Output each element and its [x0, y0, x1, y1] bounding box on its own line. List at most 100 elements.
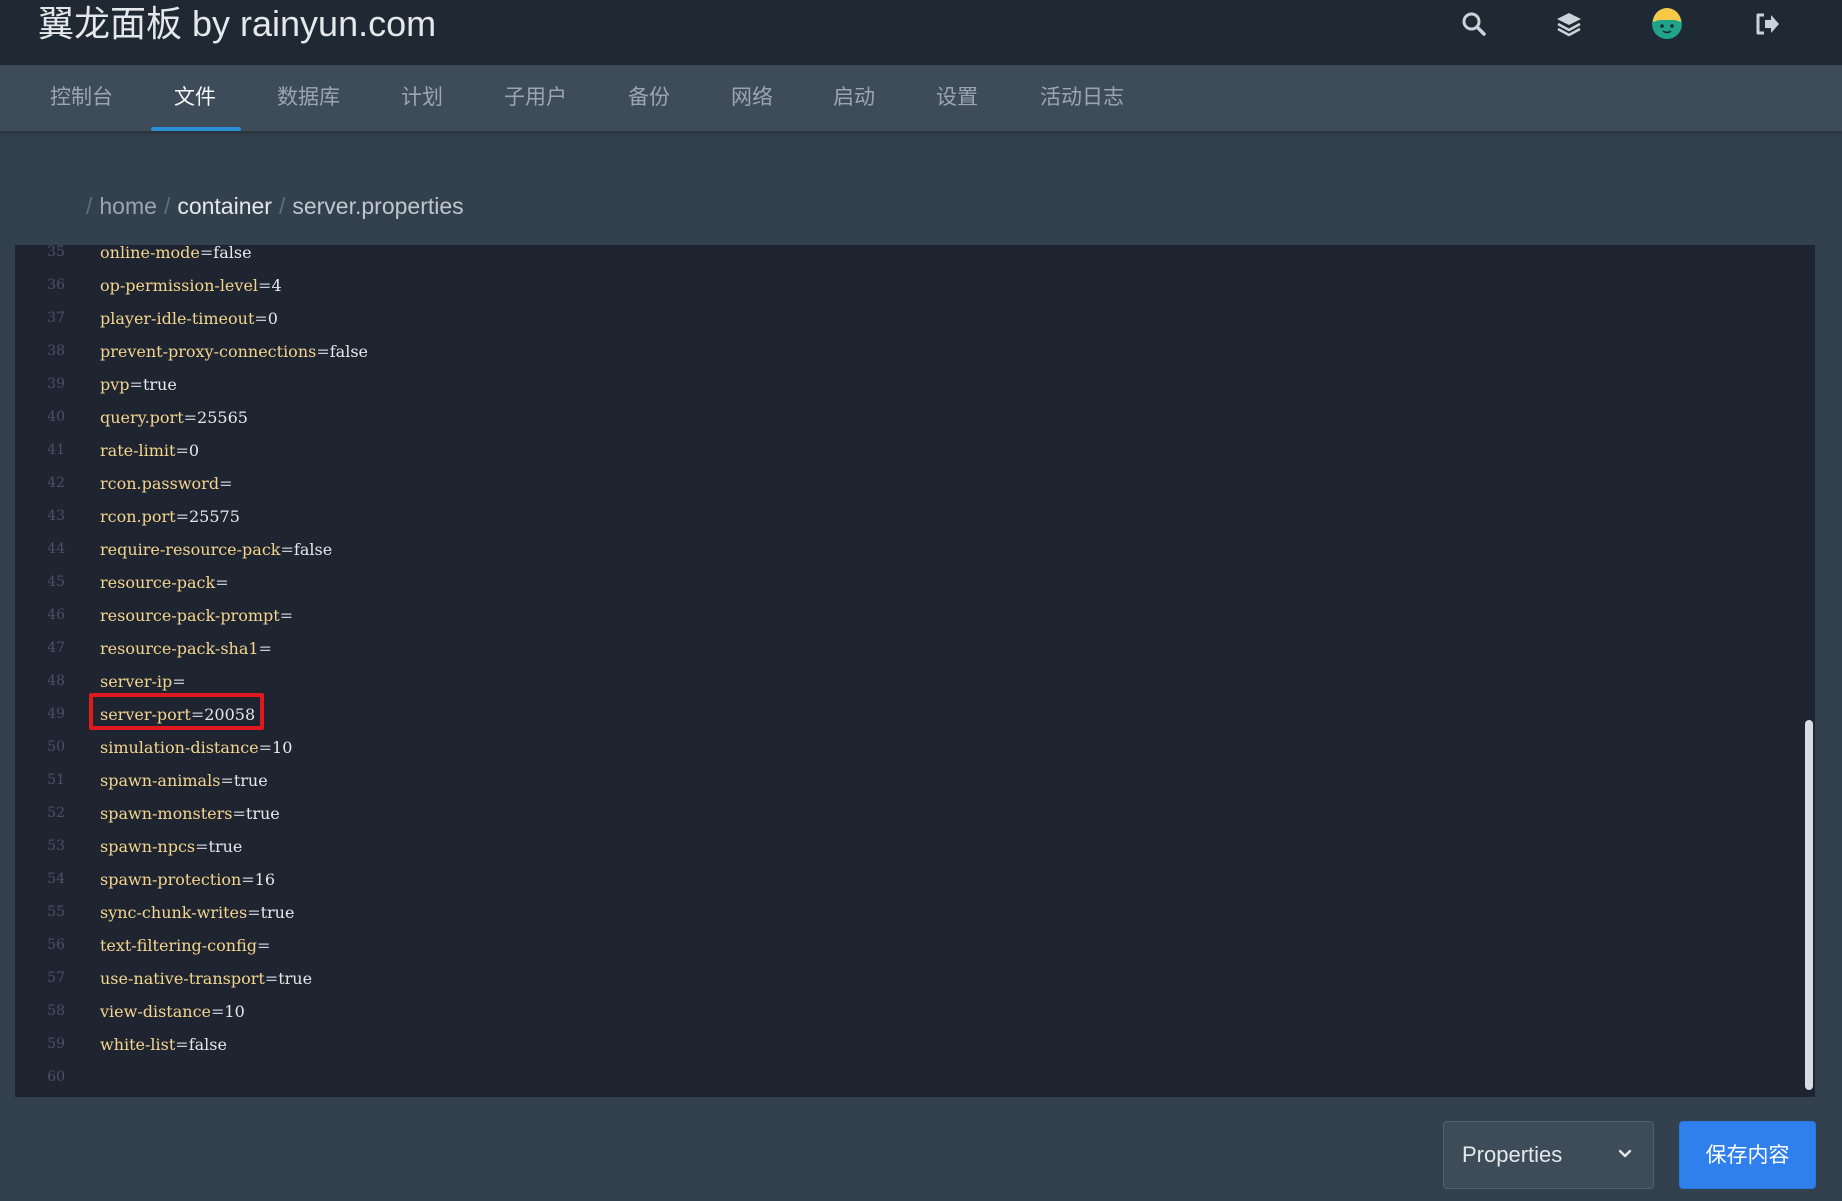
code-line[interactable]: 45 resource-pack= [15, 566, 1795, 599]
line-number: 45 [47, 574, 65, 590]
line-number: 39 [47, 376, 65, 392]
property-key: resource-pack-prompt [100, 606, 280, 625]
scrollbar-thumb[interactable] [1805, 720, 1813, 1090]
property-value: false [329, 342, 368, 361]
code-editor[interactable]: 35 online-mode=false 36 op-permission-level… [15, 245, 1815, 1097]
code-text: spawn-monsters=true [100, 797, 280, 830]
property-key: query.port [100, 408, 184, 427]
logout-icon[interactable] [1751, 8, 1783, 40]
code-text: text-filtering-config= [100, 929, 270, 962]
tab-console[interactable]: 控制台 [50, 65, 113, 131]
breadcrumb-separator: / [278, 193, 286, 219]
tab-settings[interactable]: 设置 [936, 65, 978, 131]
code-line[interactable]: 35 online-mode=false [15, 245, 1795, 269]
top-bar: 翼龙面板 by rainyun.com [0, 0, 1842, 65]
line-number: 35 [47, 245, 65, 260]
breadcrumb-container[interactable]: container [177, 193, 272, 219]
code-text: resource-pack-prompt= [100, 599, 293, 632]
line-number: 54 [47, 871, 65, 887]
line-number: 46 [47, 607, 65, 623]
property-value: 10 [224, 1002, 245, 1021]
search-icon[interactable] [1458, 8, 1490, 40]
tab-files[interactable]: 文件 [174, 65, 216, 131]
property-key: rcon.port [100, 507, 176, 526]
code-text: resource-pack-sha1= [100, 632, 272, 665]
property-value: true [208, 837, 243, 856]
app-title[interactable]: 翼龙面板 by rainyun.com [38, 2, 436, 46]
code-line[interactable]: 39 pvp=true [15, 368, 1795, 401]
code-text: query.port=25565 [100, 401, 248, 434]
property-key: rate-limit [100, 441, 176, 460]
code-line[interactable]: 36 op-permission-level=4 [15, 269, 1795, 302]
property-key: pvp [100, 375, 130, 394]
line-number: 48 [47, 673, 65, 689]
code-text: server-port=20058 [100, 698, 255, 731]
code-line[interactable]: 58 view-distance=10 [15, 995, 1795, 1028]
code-line[interactable]: 51 spawn-animals=true [15, 764, 1795, 797]
save-content-button[interactable]: 保存内容 [1679, 1121, 1816, 1189]
code-line[interactable]: 56 text-filtering-config= [15, 929, 1795, 962]
code-line[interactable]: 48 server-ip= [15, 665, 1795, 698]
line-number: 44 [47, 541, 65, 557]
tab-schedules[interactable]: 计划 [401, 65, 443, 131]
code-line[interactable]: 43 rcon.port=25575 [15, 500, 1795, 533]
equals-sign: = [241, 870, 255, 889]
code-line[interactable]: 37 player-idle-timeout=0 [15, 302, 1795, 335]
tab-startup[interactable]: 启动 [833, 65, 875, 131]
property-key: spawn-monsters [100, 804, 233, 823]
line-number: 60 [47, 1069, 65, 1085]
breadcrumb-home[interactable]: home [99, 193, 157, 219]
code-line[interactable]: 53 spawn-npcs=true [15, 830, 1795, 863]
code-line[interactable]: 42 rcon.password= [15, 467, 1795, 500]
breadcrumb: / home / container / server.properties [86, 190, 464, 222]
tab-subusers[interactable]: 子用户 [504, 65, 567, 131]
property-key: spawn-protection [100, 870, 242, 889]
tab-activity-log[interactable]: 活动日志 [1040, 65, 1124, 131]
code-line[interactable]: 60 [15, 1061, 1795, 1094]
code-text: rcon.password= [100, 467, 232, 500]
code-line[interactable]: 40 query.port=25565 [15, 401, 1795, 434]
code-line[interactable]: 47 resource-pack-sha1= [15, 632, 1795, 665]
line-number: 47 [47, 640, 65, 656]
property-value: true [142, 375, 177, 394]
property-value: 10 [272, 738, 293, 757]
code-text: simulation-distance=10 [100, 731, 292, 764]
code-line[interactable]: 41 rate-limit=0 [15, 434, 1795, 467]
code-line[interactable]: 52 spawn-monsters=true [15, 797, 1795, 830]
tab-databases[interactable]: 数据库 [277, 65, 340, 131]
code-line[interactable]: 50 simulation-distance=10 [15, 731, 1795, 764]
code-text: white-list=false [100, 1028, 227, 1061]
code-line[interactable]: 49 server-port=20058 [15, 698, 1795, 731]
property-key: server-ip [100, 672, 173, 691]
code-line[interactable]: 38 prevent-proxy-connections=false [15, 335, 1795, 368]
property-value: 16 [254, 870, 276, 889]
property-key: op-permission-level [100, 276, 259, 295]
line-number: 55 [47, 904, 65, 920]
scrollbar[interactable] [1801, 245, 1815, 1097]
property-key: use-native-transport [100, 969, 265, 988]
breadcrumb-separator: / [163, 193, 171, 219]
tab-network[interactable]: 网络 [731, 65, 773, 131]
code-line[interactable]: 46 resource-pack-prompt= [15, 599, 1795, 632]
property-key: player-idle-timeout [100, 309, 255, 328]
tab-backups[interactable]: 备份 [628, 65, 670, 131]
code-line[interactable]: 57 use-native-transport=true [15, 962, 1795, 995]
code-line[interactable]: 59 white-list=false [15, 1028, 1795, 1061]
property-key: rcon.password [100, 474, 220, 493]
code-line[interactable]: 55 sync-chunk-writes=true [15, 896, 1795, 929]
language-select[interactable]: Properties [1443, 1121, 1654, 1189]
line-number: 36 [47, 277, 65, 293]
layers-icon[interactable] [1553, 8, 1585, 40]
avatar[interactable] [1651, 8, 1683, 40]
equals-sign: = [175, 1035, 189, 1054]
property-key: server-port [100, 705, 191, 724]
property-value: 0 [188, 441, 200, 460]
line-number: 52 [47, 805, 65, 821]
property-value: 20058 [204, 705, 256, 724]
equals-sign: = [199, 245, 214, 262]
code-line[interactable]: 54 spawn-protection=16 [15, 863, 1795, 896]
code-line[interactable]: 44 require-resource-pack=false [15, 533, 1795, 566]
line-number: 53 [47, 838, 65, 854]
equals-sign: = [215, 573, 229, 592]
property-key: resource-pack [100, 573, 216, 592]
